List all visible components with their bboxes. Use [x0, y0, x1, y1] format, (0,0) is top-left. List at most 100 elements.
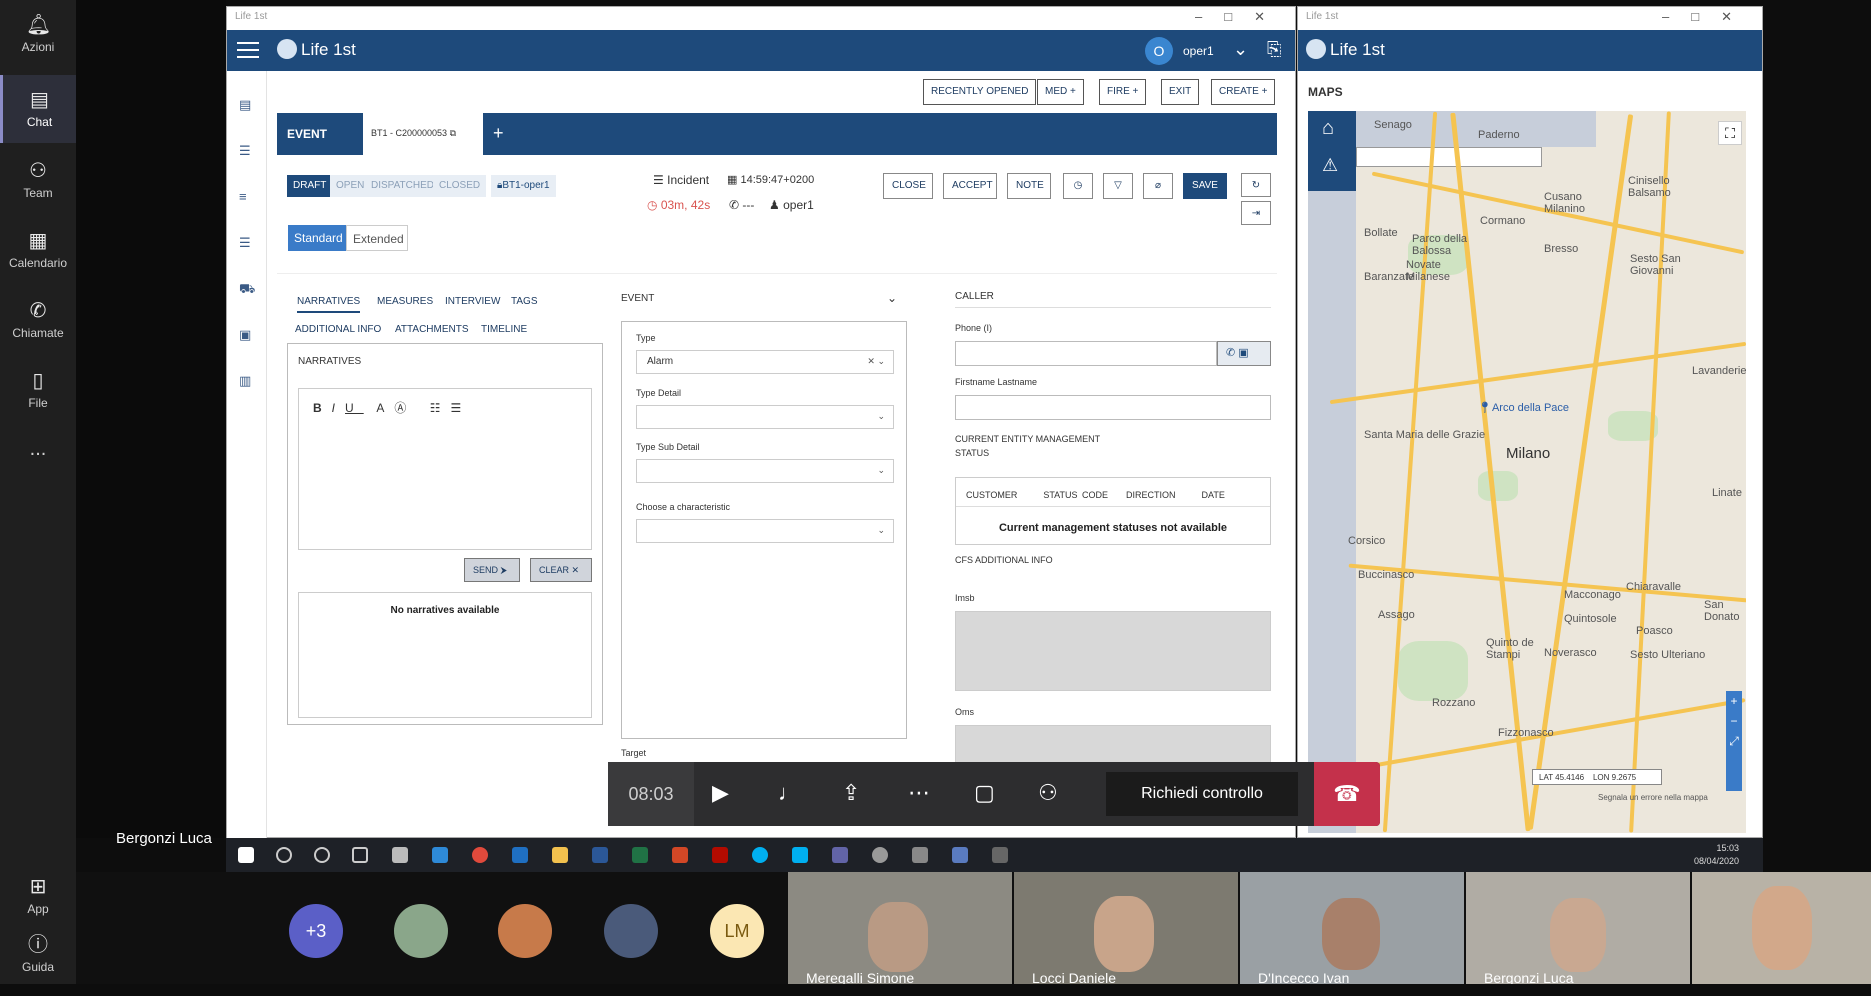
user-avatar[interactable]: O [1145, 37, 1173, 65]
share-out-icon[interactable]: ⇥ [1241, 201, 1271, 225]
more-participants[interactable]: +3 [289, 904, 343, 958]
tab-attachments[interactable]: ATTACHMENTS [395, 324, 469, 335]
chevron-down-icon[interactable]: ⌄ [887, 291, 897, 305]
rail-item-guida[interactable]: ⓘ Guida [0, 928, 76, 996]
close-button[interactable]: CLOSE [883, 173, 933, 199]
chrome-icon[interactable] [472, 847, 488, 863]
view-standard[interactable]: Standard [288, 225, 346, 251]
tab-measures[interactable]: MEASURES [377, 296, 433, 307]
save-button[interactable]: SAVE [1183, 173, 1227, 199]
search-icon[interactable] [276, 847, 292, 863]
map-zoom-controls[interactable]: + − ⤢ [1726, 691, 1742, 791]
rail-item-azioni[interactable]: 🔔︎ Azioni [0, 0, 76, 68]
chat-icon[interactable]: ▢ [974, 780, 995, 806]
home-icon[interactable]: ⌂ [1322, 117, 1334, 140]
send-button[interactable]: SEND ⮞ [464, 558, 520, 582]
map-view[interactable]: ⌂ ⚠ Senago Paderno Cinisello Balsamo Cus… [1308, 111, 1746, 833]
note-button[interactable]: NOTE [1007, 173, 1051, 199]
type-select[interactable]: Alarm ✕ ⌄ [636, 350, 894, 374]
status-draft[interactable]: DRAFT [287, 175, 333, 197]
recently-opened-button[interactable]: RECENTLY OPENED [923, 79, 1037, 105]
med-button[interactable]: MED + [1037, 79, 1084, 105]
tab-tags[interactable]: TAGS [511, 296, 537, 307]
cortana-icon[interactable] [314, 847, 330, 863]
more-icon[interactable]: ⋯ [908, 780, 930, 806]
rail-item-file[interactable]: ▯ File [0, 356, 76, 424]
fire-button[interactable]: FIRE + [1099, 79, 1147, 105]
editor-toolbar[interactable]: BIU AⒶ ☷☰ [313, 399, 471, 416]
mic-icon[interactable]: ♩ [778, 780, 800, 806]
menu-icon[interactable] [237, 40, 259, 58]
participant-avatar[interactable] [394, 904, 448, 958]
name-input[interactable] [955, 395, 1271, 420]
video-tile[interactable]: Locci Daniele [1014, 872, 1238, 984]
more-apps-button[interactable]: ... [0, 438, 76, 478]
tab-narratives[interactable]: NARRATIVES [297, 296, 361, 313]
tab-interview[interactable]: INTERVIEW [445, 296, 500, 307]
video-tile[interactable]: Bergonzi Luca [1466, 872, 1690, 984]
window-controls[interactable]: –□✕ [1662, 9, 1754, 25]
rail-item-calendario[interactable]: ▦ Calendario [0, 216, 76, 284]
acrobat-icon[interactable] [712, 847, 728, 863]
settings-icon[interactable] [392, 847, 408, 863]
teams-icon[interactable] [832, 847, 848, 863]
filter-icon[interactable]: ▽ [1103, 173, 1133, 199]
document-icon[interactable]: ▤ [239, 97, 255, 112]
video-tile[interactable]: D'Incecco Ivan [1240, 872, 1464, 984]
map-icon[interactable]: ▥ [239, 373, 255, 388]
rail-item-chat[interactable]: ▤ Chat [0, 75, 76, 143]
id-card-icon[interactable]: ▣ [239, 327, 255, 342]
outlook-icon[interactable] [512, 847, 528, 863]
app-icon[interactable] [992, 847, 1008, 863]
rail-item-chiamate[interactable]: ✆ Chiamate [0, 286, 76, 354]
clear-button[interactable]: CLEAR ✕ [530, 558, 592, 582]
paperclip-icon[interactable]: ⌀ [1143, 173, 1173, 199]
participant-avatar[interactable] [604, 904, 658, 958]
rail-item-app[interactable]: ⊞ App [0, 862, 76, 930]
tab-timeline[interactable]: TIMELINE [481, 324, 527, 335]
request-control-button[interactable]: Richiedi controllo [1106, 772, 1298, 816]
copy-icon[interactable]: ⧉ [450, 128, 456, 138]
list-alt-icon[interactable]: ☰ [239, 235, 255, 250]
share-screen-icon[interactable]: ⇪ [842, 780, 860, 806]
app-icon[interactable] [912, 847, 928, 863]
chevrons-down-icon[interactable]: ⌄ [1233, 39, 1248, 60]
hang-up-button[interactable]: ☎ [1314, 762, 1380, 826]
participant-avatar[interactable] [498, 904, 552, 958]
tab-additional-info[interactable]: ADDITIONAL INFO [295, 324, 381, 335]
app-icon[interactable] [952, 847, 968, 863]
tab-event[interactable]: BT1 - C200000053 ⧉ [363, 113, 483, 155]
view-extended[interactable]: Extended [346, 225, 408, 251]
type-detail-select[interactable]: ⌄ [636, 405, 894, 429]
rail-item-team[interactable]: ⚇ Team [0, 146, 76, 214]
word-icon[interactable] [592, 847, 608, 863]
status-dispatched[interactable]: DISPATCHED [365, 175, 440, 197]
imsb-field[interactable] [955, 611, 1271, 691]
narrative-editor[interactable]: BIU AⒶ ☷☰ [298, 388, 592, 550]
explorer-icon[interactable] [552, 847, 568, 863]
task-view-icon[interactable] [352, 847, 368, 863]
type-sub-detail-select[interactable]: ⌄ [636, 459, 894, 483]
fullscreen-icon[interactable]: ⛶ [1718, 121, 1742, 145]
skype-icon[interactable] [752, 847, 768, 863]
warning-icon[interactable]: ⚠ [1322, 155, 1338, 176]
map-report-link[interactable]: Segnala un errore nella mappa [1598, 793, 1708, 802]
video-tile[interactable]: Meregalli Simone [788, 872, 1012, 984]
status-closed[interactable]: CLOSED [433, 175, 487, 197]
refresh-icon[interactable]: ↻ [1241, 173, 1271, 197]
participants-icon[interactable]: ⚇ [1038, 780, 1058, 806]
window-controls[interactable]: –□✕ [1195, 9, 1287, 25]
participant-initials[interactable]: LM [710, 904, 764, 958]
start-icon[interactable] [238, 847, 254, 863]
video-tile[interactable] [1692, 872, 1871, 984]
characteristic-select[interactable]: ⌄ [636, 519, 894, 543]
powerpoint-icon[interactable] [672, 847, 688, 863]
skype-business-icon[interactable] [792, 847, 808, 863]
map-search-input[interactable] [1356, 147, 1542, 167]
phone-input[interactable] [955, 341, 1217, 366]
app-icon[interactable] [872, 847, 888, 863]
exit-button[interactable]: EXIT [1161, 79, 1200, 105]
sliders-icon[interactable]: ≡ [239, 189, 255, 204]
accept-button[interactable]: ACCEPT [943, 173, 997, 199]
add-tab-button[interactable]: + [493, 123, 504, 144]
